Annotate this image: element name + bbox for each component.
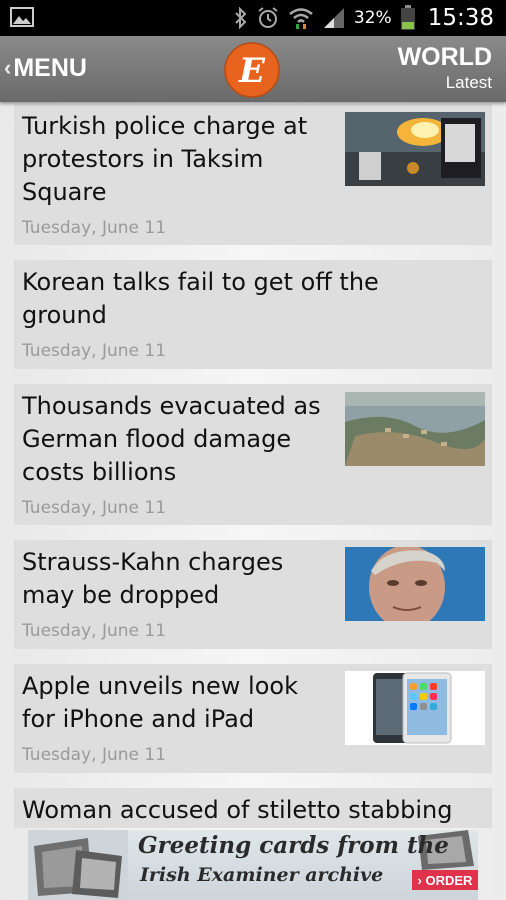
app-header: ‹ MENU E WORLD Latest <box>0 36 506 102</box>
chevron-left-icon: ‹ <box>4 55 12 80</box>
article-card[interactable]: Woman accused of stiletto stabbing <box>14 788 492 828</box>
battery-percent: 32% <box>353 8 392 28</box>
article-list[interactable]: Turkish police charge at protestors in T… <box>0 102 506 828</box>
iphone-photo <box>345 671 485 745</box>
section-subtitle: Latest <box>445 73 492 92</box>
menu-label: MENU <box>13 53 87 82</box>
bluetooth-icon <box>235 7 247 29</box>
article-headline: Woman accused of stiletto stabbing <box>22 796 453 824</box>
ad-headline: Greeting cards from the <box>138 832 449 859</box>
article-date: Tuesday, June 11 <box>22 745 167 765</box>
flood-photo <box>345 392 485 466</box>
section-indicator: WORLD Latest <box>398 42 492 94</box>
article-date: Tuesday, June 11 <box>22 498 167 518</box>
article-date: Tuesday, June 11 <box>22 341 167 361</box>
article-headline: Strauss-Kahn charges may be dropped <box>22 548 284 609</box>
portrait-photo <box>345 547 485 621</box>
ad-subheadline: Irish Examiner archive <box>140 864 384 886</box>
article-card[interactable]: Korean talks fail to get off the ground … <box>14 260 492 369</box>
article-headline: Turkish police charge at protestors in T… <box>22 112 308 206</box>
alarm-icon <box>258 7 278 28</box>
protest-photo <box>345 112 485 186</box>
clock: 15:38 <box>427 5 494 31</box>
article-headline: Thousands evacuated as German flood dama… <box>22 392 321 486</box>
article-date: Tuesday, June 11 <box>22 218 167 238</box>
archive-photo-left <box>28 830 128 900</box>
section-title: WORLD <box>397 43 492 71</box>
logo-letter: E <box>238 51 266 91</box>
wifi-icon <box>289 8 313 29</box>
article-headline: Apple unveils new look for iPhone and iP… <box>22 672 298 733</box>
article-card[interactable]: Apple unveils new look for iPhone and iP… <box>14 664 492 773</box>
status-bar: 32% 15:38 <box>0 0 506 36</box>
article-card[interactable]: Strauss-Kahn charges may be dropped Tues… <box>14 540 492 649</box>
order-button[interactable]: › ORDER <box>412 870 478 890</box>
battery-icon <box>400 5 415 30</box>
gallery-icon <box>10 7 34 27</box>
menu-button[interactable]: ‹ MENU <box>4 48 87 88</box>
archive-ad-banner[interactable]: Greeting cards from the Irish Examiner a… <box>28 830 478 900</box>
article-card[interactable]: Thousands evacuated as German flood dama… <box>14 384 492 525</box>
irish-examiner-logo[interactable]: E <box>224 42 280 98</box>
article-headline: Korean talks fail to get off the ground <box>22 268 379 329</box>
article-card[interactable]: Turkish police charge at protestors in T… <box>14 104 492 245</box>
signal-icon <box>323 8 344 28</box>
article-date: Tuesday, June 11 <box>22 621 167 641</box>
